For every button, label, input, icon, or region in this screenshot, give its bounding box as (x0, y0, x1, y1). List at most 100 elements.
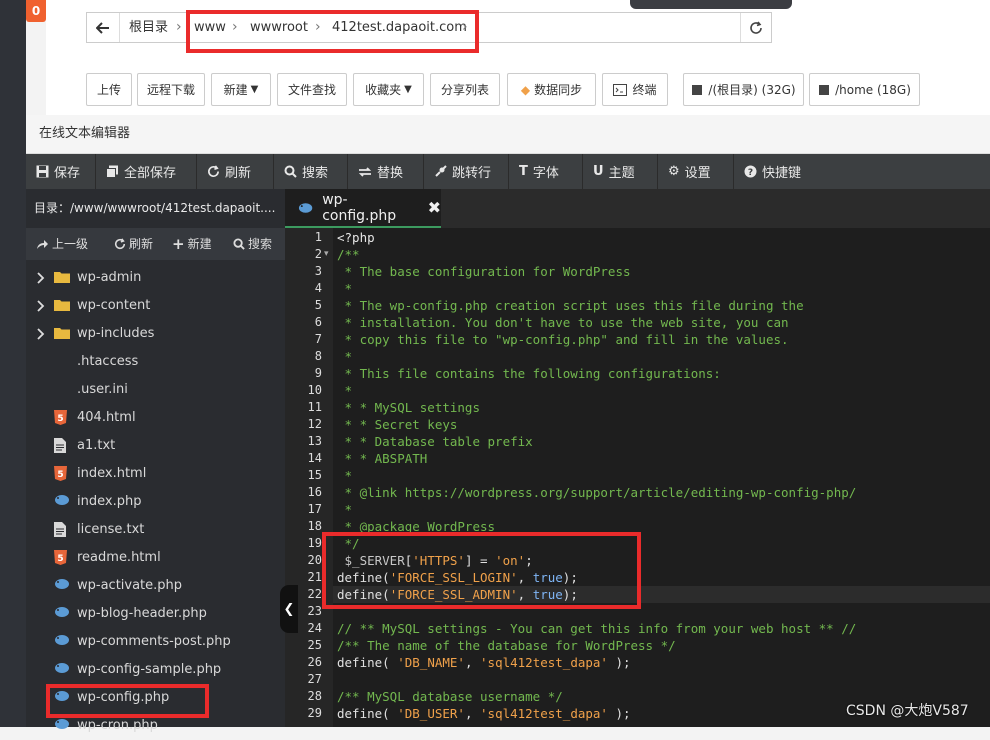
settings-button[interactable]: ⚙ 设置 (658, 154, 734, 189)
terminal-button[interactable]: 终端 (602, 73, 668, 106)
code-line: <?php (337, 230, 375, 245)
code-line: * * Database table prefix (337, 434, 533, 449)
crumb-root[interactable]: 根目录 (129, 13, 168, 42)
php-elephant-icon (54, 634, 70, 650)
code-line: // ** MySQL settings - You can get this … (337, 621, 857, 636)
line-number: 4 (314, 281, 322, 295)
file-item[interactable]: wp-admin (26, 264, 285, 292)
tab-label: wp-config.php (322, 191, 397, 224)
close-icon[interactable]: ✖ (428, 198, 441, 217)
editor-refresh-button[interactable]: 刷新 (197, 154, 274, 189)
theme-button[interactable]: U 主题 (583, 154, 658, 189)
replace-button[interactable]: 替换 (348, 154, 424, 189)
fold-arrow-icon[interactable]: ▾ (324, 246, 329, 263)
code-line: * (337, 281, 353, 296)
magnet-icon: U (593, 164, 604, 179)
upload-button[interactable]: 上传 (86, 73, 132, 106)
disk-root-label: /(根目录) (32G) (708, 83, 796, 97)
file-name: .htaccess (77, 354, 139, 369)
chevron-right-icon[interactable] (37, 300, 45, 316)
file-item[interactable]: a1.txt (26, 432, 285, 460)
line-number: 17 (307, 502, 322, 516)
font-button[interactable]: T 字体 (509, 154, 583, 189)
new-dropdown-button[interactable]: 新建 ▼ (211, 73, 271, 106)
php-elephant-icon (54, 578, 70, 594)
code-line: * copy this file to "wp-config.php" and … (337, 332, 789, 347)
diamond-icon: ◆ (520, 82, 531, 97)
file-item[interactable]: wp-blog-header.php (26, 600, 285, 628)
path-refresh-button[interactable] (740, 13, 771, 42)
file-item[interactable]: wp-config-sample.php (26, 656, 285, 684)
file-item[interactable]: index.php (26, 488, 285, 516)
php-elephant-icon (54, 662, 70, 678)
svg-text:?: ? (748, 168, 753, 178)
collapse-sidebar-button[interactable]: ❮ (280, 585, 298, 633)
file-item[interactable]: 5 readme.html (26, 544, 285, 572)
line-number: 19 (307, 536, 322, 550)
refresh-icon (750, 21, 762, 34)
code-line: define( 'DB_USER', 'sql412test_dapa' ); (337, 706, 631, 721)
file-name: wp-blog-header.php (77, 606, 207, 621)
editor-title: 在线文本编辑器 (26, 115, 990, 154)
file-item[interactable]: wp-content (26, 292, 285, 320)
line-number: 5 (314, 298, 322, 312)
highlight-wp-config (46, 684, 209, 718)
save-button[interactable]: 保存 (26, 154, 96, 189)
file-item[interactable]: license.txt (26, 516, 285, 544)
chevron-right-icon: › (176, 19, 182, 35)
shortcuts-button[interactable]: ? 快捷键 (734, 154, 822, 189)
chevron-right-icon[interactable] (37, 272, 45, 288)
replace-icon (358, 166, 372, 177)
file-item[interactable]: wp-comments-post.php (26, 628, 285, 656)
disk-root-button[interactable]: /(根目录) (32G) (683, 73, 804, 106)
share-arrow-icon (37, 239, 48, 249)
tab-wp-config[interactable]: wp-config.php ✖ (285, 189, 441, 228)
top-handle (630, 0, 792, 9)
code-line: * The base configuration for WordPress (337, 264, 631, 279)
file-name: wp-activate.php (77, 578, 183, 593)
file-name: index.php (77, 494, 142, 509)
search-button[interactable]: 搜索 (274, 154, 348, 189)
goto-line-button[interactable]: 跳转行 (424, 154, 509, 189)
folder-icon (54, 270, 70, 287)
file-item[interactable]: .user.ini (26, 376, 285, 404)
sidebar-refresh-button[interactable]: 刷新 (114, 228, 153, 260)
line-number: 3 (314, 264, 322, 278)
file-name: index.html (77, 466, 147, 481)
line-number: 21 (307, 570, 322, 584)
refresh-label: 刷新 (225, 166, 252, 181)
data-sync-button[interactable]: ◆ 数据同步 (507, 73, 596, 106)
chevron-right-icon[interactable] (37, 328, 45, 344)
sidebar-search-label: 搜索 (248, 237, 273, 251)
file-item[interactable]: wp-activate.php (26, 572, 285, 600)
html5-icon: 5 (54, 410, 67, 429)
remote-download-button[interactable]: 远程下载 (137, 73, 205, 106)
disk-icon (819, 84, 830, 95)
save-all-button[interactable]: 全部保存 (96, 154, 197, 189)
back-button[interactable] (87, 13, 120, 42)
disk-home-button[interactable]: /home (18G) (809, 73, 920, 106)
disk-icon (692, 84, 703, 95)
file-item[interactable]: wp-includes (26, 320, 285, 348)
go-up-label: 上一级 (52, 237, 89, 251)
code-line: * (337, 468, 353, 483)
notification-badge[interactable]: 0 (26, 0, 46, 22)
code-line: * The wp-config.php creation script uses… (337, 298, 804, 313)
highlight-path (186, 10, 479, 53)
text-file-icon (54, 522, 66, 541)
share-list-button[interactable]: 分享列表 (430, 73, 500, 106)
line-number: 2 (314, 247, 322, 261)
file-name: wp-config-sample.php (77, 662, 222, 677)
pin-icon (435, 165, 447, 177)
sidebar-search-button[interactable]: 搜索 (233, 228, 272, 260)
highlight-ssl-code (322, 532, 641, 609)
file-item[interactable]: 5 404.html (26, 404, 285, 432)
file-search-button[interactable]: 文件查找 (277, 73, 347, 106)
favorites-dropdown-button[interactable]: 收藏夹 ▼ (353, 73, 424, 106)
file-item[interactable]: 5 index.html (26, 460, 285, 488)
go-up-button[interactable]: 上一级 (36, 228, 88, 260)
file-item[interactable]: .htaccess (26, 348, 285, 376)
sidebar-new-button[interactable]: + 新建 (172, 228, 212, 260)
line-number: 13 (307, 434, 322, 448)
line-number: 6 (314, 315, 322, 329)
